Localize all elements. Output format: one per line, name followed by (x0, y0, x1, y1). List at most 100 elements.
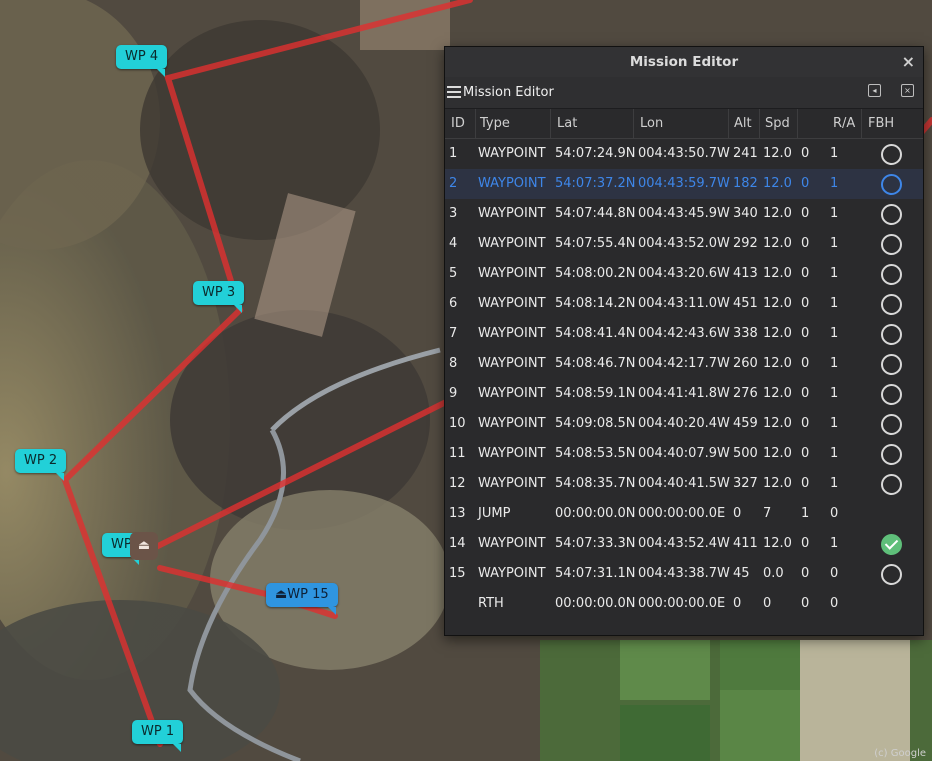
cell-alt[interactable]: 338 (733, 319, 763, 349)
cell-spd[interactable]: 12.0 (763, 469, 797, 499)
table-row[interactable]: 8 WAYPOINT 54:08:46.7N 004:42:17.7W 260 12.0 0… (445, 349, 923, 379)
cell-id[interactable]: 2 (449, 169, 475, 199)
cell-alt[interactable]: 451 (733, 289, 763, 319)
cell-type[interactable]: WAYPOINT (478, 229, 550, 259)
cell-alt[interactable]: 413 (733, 259, 763, 289)
cell-ra[interactable]: 1 (830, 229, 862, 259)
cell-lon[interactable]: 004:43:20.6W (638, 259, 730, 289)
cell-ra[interactable]: 1 (830, 439, 862, 469)
column-header-id[interactable]: ID (445, 109, 476, 138)
cell-lon[interactable]: 004:43:59.7W (638, 169, 730, 199)
column-header-lon[interactable]: Lon (634, 109, 729, 138)
cell-alt[interactable]: 260 (733, 349, 763, 379)
cell-lat[interactable]: 54:08:41.4N (555, 319, 636, 349)
cell-type[interactable]: WAYPOINT (478, 559, 550, 589)
cell-lat[interactable]: 54:08:00.2N (555, 259, 636, 289)
cell-ra[interactable]: 1 (830, 379, 862, 409)
fbh-checkbox-checked[interactable] (881, 534, 902, 555)
cell-type[interactable]: WAYPOINT (478, 199, 550, 229)
fbh-checkbox[interactable] (881, 174, 902, 195)
cell-alt[interactable]: 292 (733, 229, 763, 259)
cell-spd[interactable]: 12.0 (763, 319, 797, 349)
cell-param[interactable]: 0 (801, 529, 827, 559)
table-row[interactable]: 12 WAYPOINT 54:08:35.7N 004:40:41.5W 327 12.0… (445, 469, 923, 499)
fbh-checkbox[interactable] (881, 414, 902, 435)
close-icon[interactable]: × (902, 47, 915, 77)
cell-param[interactable]: 0 (801, 199, 827, 229)
cell-id[interactable]: 3 (449, 199, 475, 229)
table-row[interactable]: 13 JUMP 00:00:00.0N 000:00:00.0E 0 7 1 0 (445, 499, 923, 529)
table-row[interactable]: 11 WAYPOINT 54:08:53.5N 004:40:07.9W 500 12.0… (445, 439, 923, 469)
cell-alt[interactable]: 0 (733, 499, 763, 529)
cell-spd[interactable]: 12.0 (763, 169, 797, 199)
cell-ra[interactable]: 1 (830, 409, 862, 439)
cell-param[interactable]: 0 (801, 439, 827, 469)
fbh-checkbox[interactable] (881, 354, 902, 375)
cell-lat[interactable]: 54:07:31.1N (555, 559, 636, 589)
cell-ra[interactable]: 1 (830, 349, 862, 379)
cell-lat[interactable]: 00:00:00.0N (555, 589, 636, 619)
cell-ra[interactable]: 1 (830, 319, 862, 349)
cell-spd[interactable]: 0.0 (763, 559, 797, 589)
cell-lat[interactable]: 54:08:46.7N (555, 349, 636, 379)
column-header-fbh[interactable]: FBH (862, 109, 918, 138)
cell-param[interactable]: 0 (801, 559, 827, 589)
table-row[interactable]: 10 WAYPOINT 54:09:08.5N 004:40:20.4W 459 12.0… (445, 409, 923, 439)
cell-id[interactable]: 1 (449, 139, 475, 169)
cell-ra[interactable]: 1 (830, 289, 862, 319)
cell-lat[interactable]: 54:08:14.2N (555, 289, 636, 319)
waypoint-marker-15[interactable]: ⏏WP 15 (266, 583, 338, 615)
cell-alt[interactable]: 0 (733, 589, 763, 619)
cell-id[interactable]: 11 (449, 439, 475, 469)
cell-ra[interactable]: 1 (830, 199, 862, 229)
cell-lon[interactable]: 004:41:41.8W (638, 379, 730, 409)
cell-type[interactable]: WAYPOINT (478, 469, 550, 499)
fbh-checkbox[interactable] (881, 384, 902, 405)
fbh-checkbox[interactable] (881, 564, 902, 585)
cell-ra[interactable]: 0 (830, 559, 862, 589)
column-header-type[interactable]: Type (475, 109, 551, 138)
cell-lon[interactable]: 004:43:52.0W (638, 229, 730, 259)
cell-lon[interactable]: 004:43:38.7W (638, 559, 730, 589)
table-row[interactable]: 15 WAYPOINT 54:07:31.1N 004:43:38.7W 45 0.0 0 0 (445, 559, 923, 589)
cell-param[interactable]: 0 (801, 319, 827, 349)
cell-type[interactable]: WAYPOINT (478, 349, 550, 379)
table-row[interactable]: 1 WAYPOINT 54:07:24.9N 004:43:50.7W 241 12.0 0… (445, 139, 923, 169)
cell-lat[interactable]: 54:07:37.2N (555, 169, 636, 199)
cell-alt[interactable]: 340 (733, 199, 763, 229)
cell-lon[interactable]: 004:40:20.4W (638, 409, 730, 439)
cell-lat[interactable]: 54:08:59.1N (555, 379, 636, 409)
cell-lon[interactable]: 004:42:17.7W (638, 349, 730, 379)
cell-lon[interactable]: 004:43:45.9W (638, 199, 730, 229)
waypoint-marker-3[interactable]: WP 3 (193, 281, 245, 313)
table-row[interactable]: 6 WAYPOINT 54:08:14.2N 004:43:11.0W 451 12.0 0… (445, 289, 923, 319)
waypoint-marker-4[interactable]: WP 4 (116, 45, 168, 77)
fbh-checkbox[interactable] (881, 234, 902, 255)
cell-lon[interactable]: 000:00:00.0E (638, 589, 728, 619)
waypoint-marker-2[interactable]: WP 2 (15, 449, 67, 481)
cell-lon[interactable]: 000:00:00.0E (638, 499, 728, 529)
column-header-lat[interactable]: Lat (551, 109, 634, 138)
cell-alt[interactable]: 45 (733, 559, 763, 589)
cell-type[interactable]: WAYPOINT (478, 409, 550, 439)
table-row[interactable]: 3 WAYPOINT 54:07:44.8N 004:43:45.9W 340 12.0 0… (445, 199, 923, 229)
table-row[interactable]: 5 WAYPOINT 54:08:00.2N 004:43:20.6W 413 12.0 0… (445, 259, 923, 289)
cell-spd[interactable]: 12.0 (763, 439, 797, 469)
fbh-checkbox[interactable] (881, 444, 902, 465)
cell-id[interactable]: 8 (449, 349, 475, 379)
cell-alt[interactable]: 276 (733, 379, 763, 409)
waypoint-marker-1[interactable]: WP 1 (132, 720, 184, 752)
table-row[interactable]: 7 WAYPOINT 54:08:41.4N 004:42:43.6W 338 12.0 0… (445, 319, 923, 349)
cell-id[interactable]: 6 (449, 289, 475, 319)
cell-spd[interactable]: 12.0 (763, 139, 797, 169)
cell-type[interactable]: WAYPOINT (478, 379, 550, 409)
cell-type[interactable]: WAYPOINT (478, 289, 550, 319)
table-row[interactable]: 4 WAYPOINT 54:07:55.4N 004:43:52.0W 292 12.0 0… (445, 229, 923, 259)
column-header-ra[interactable]: R/A (827, 109, 862, 138)
cell-spd[interactable]: 12.0 (763, 379, 797, 409)
cell-lat[interactable]: 54:09:08.5N (555, 409, 636, 439)
menu-icon[interactable] (447, 86, 461, 98)
dock-close-icon[interactable]: × (901, 84, 914, 97)
cell-spd[interactable]: 0 (763, 589, 797, 619)
table-row[interactable]: 9 WAYPOINT 54:08:59.1N 004:41:41.8W 276 12.0 0… (445, 379, 923, 409)
